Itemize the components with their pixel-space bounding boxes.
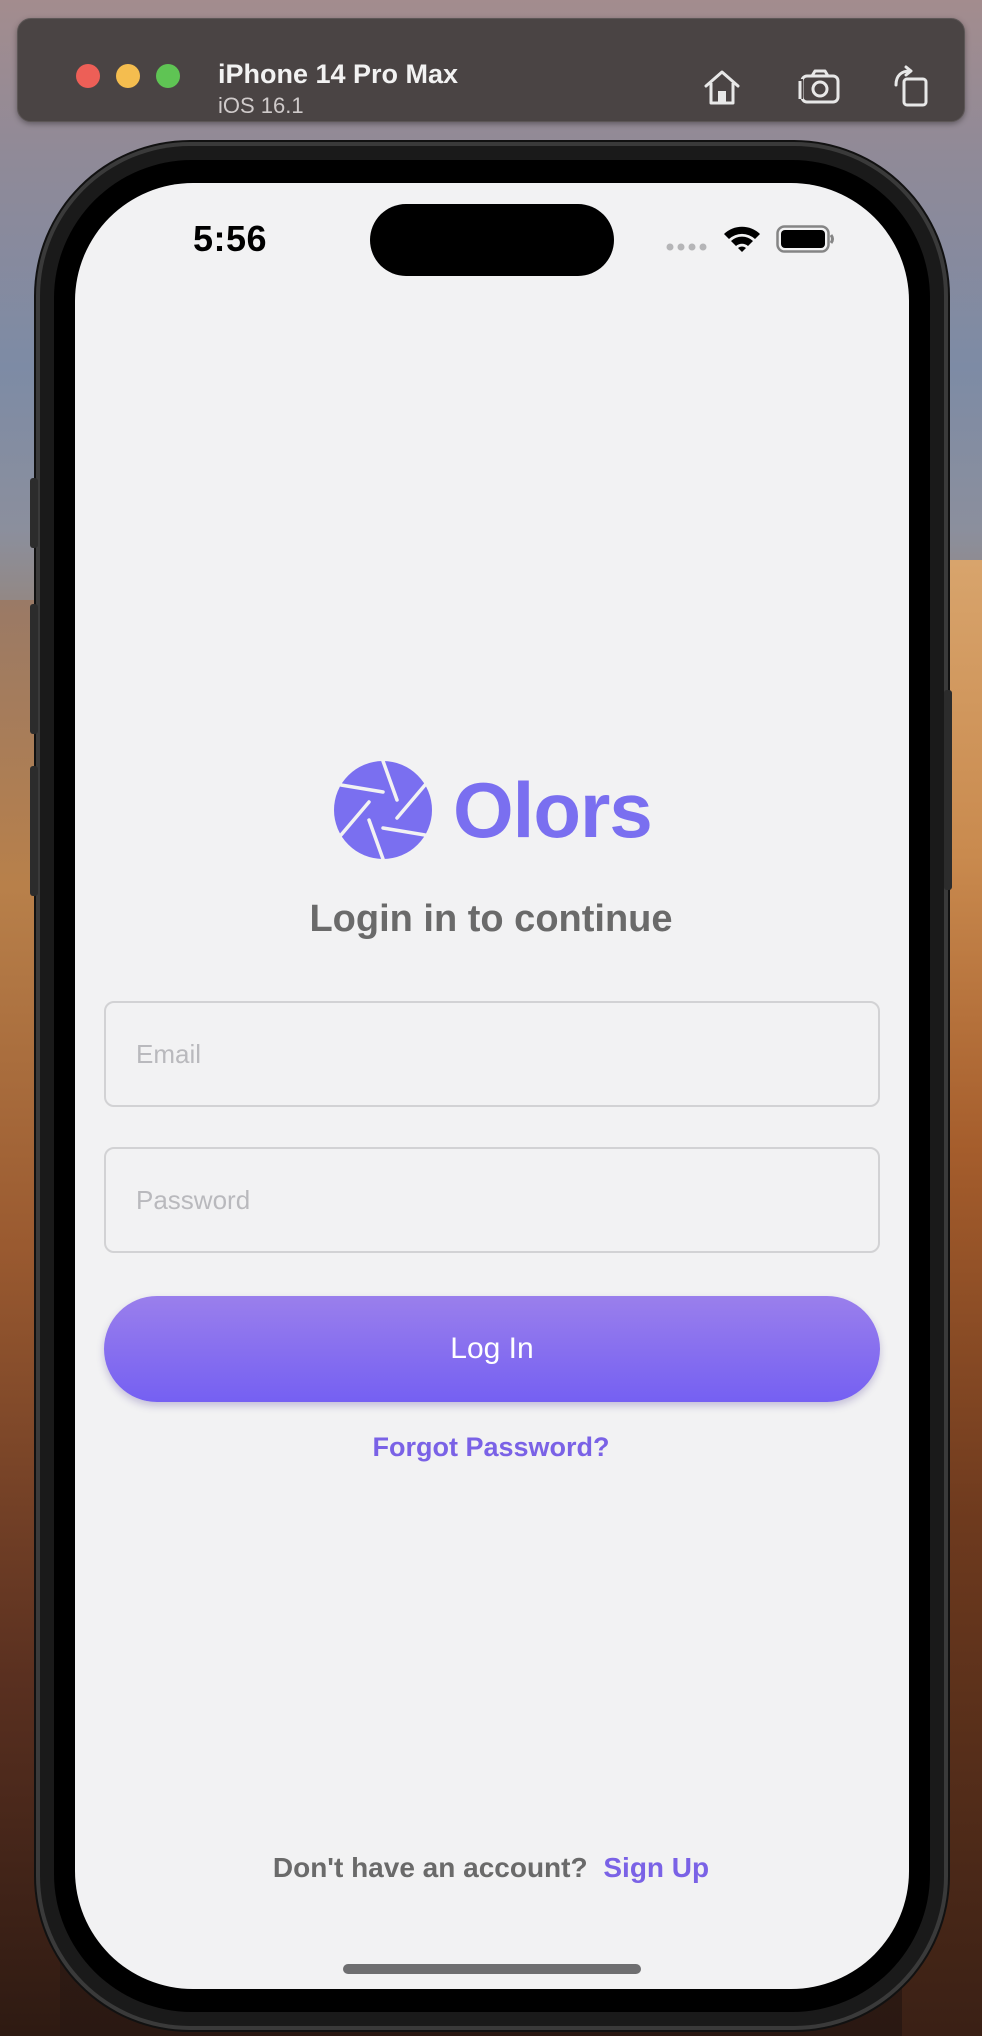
home-indicator[interactable] (343, 1964, 641, 1974)
login-button[interactable]: Log In (104, 1296, 880, 1402)
wifi-icon (724, 226, 760, 252)
zoom-window-button[interactable] (156, 64, 180, 88)
power-button[interactable] (944, 690, 952, 890)
volume-up-button[interactable] (30, 604, 38, 734)
brand-logo: Olors (333, 758, 653, 862)
mute-switch[interactable] (30, 478, 38, 548)
close-window-button[interactable] (76, 64, 100, 88)
minimize-window-button[interactable] (116, 64, 140, 88)
os-version: iOS 16.1 (218, 93, 304, 118)
signup-prompt: Don't have an account? (272, 1852, 588, 1883)
status-time: 5:56 (193, 218, 268, 259)
login-subtitle: Login in to continue (309, 898, 673, 940)
home-icon[interactable] (700, 65, 744, 109)
signal-icon (666, 243, 707, 251)
aperture-icon (334, 760, 432, 860)
forgot-password-link[interactable]: Forgot Password? (0, 1432, 982, 1463)
dynamic-island (370, 204, 614, 276)
password-field[interactable] (104, 1147, 880, 1253)
email-field[interactable] (104, 1001, 880, 1107)
battery-icon (776, 225, 834, 253)
signup-link[interactable]: Sign Up (603, 1852, 709, 1883)
device-name: iPhone 14 Pro Max (218, 59, 459, 89)
screenshot-icon[interactable] (798, 65, 842, 109)
rotate-icon[interactable] (890, 65, 934, 109)
brand-name: Olors (453, 766, 653, 854)
signup-row: Don't have an account? Sign Up (0, 1852, 982, 1884)
volume-down-button[interactable] (30, 766, 38, 896)
simulator-titlebar: iPhone 14 Pro Max iOS 16.1 (17, 18, 965, 122)
